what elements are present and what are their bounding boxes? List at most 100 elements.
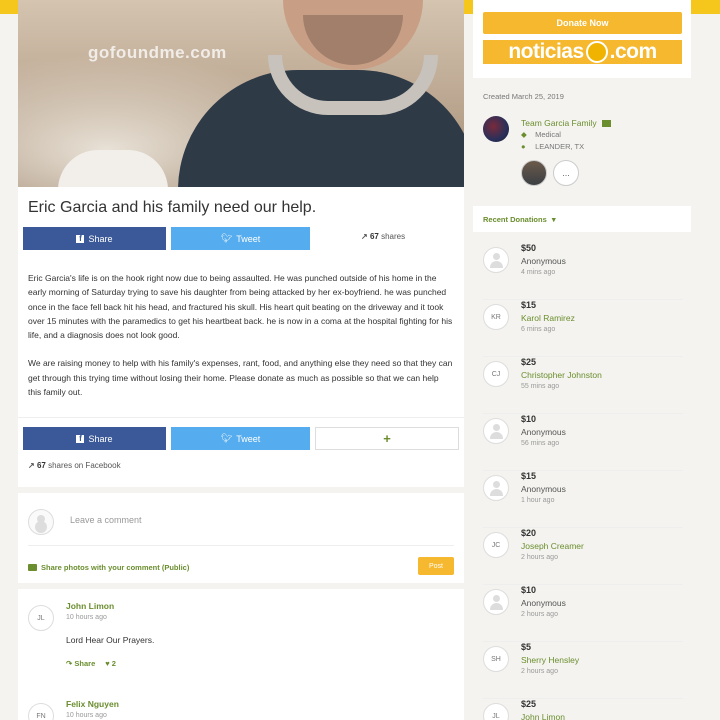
- twitter-tweet-button[interactable]: 🐦︎ Tweet: [171, 227, 310, 250]
- organizer-name[interactable]: Team Garcia Family: [521, 118, 611, 128]
- camera-icon: [28, 564, 37, 571]
- donation-time: 4 mins ago: [521, 269, 556, 276]
- sidebar: Donate Now noticias .com Created March 2…: [473, 0, 691, 720]
- trending-icon: ↗: [361, 232, 368, 241]
- created-date: Created March 25, 2019: [483, 92, 564, 101]
- mail-icon[interactable]: [601, 120, 611, 128]
- campaign-column: gofoundme.com Eric Garcia and his family…: [18, 0, 464, 720]
- person-icon: [484, 590, 508, 614]
- commenter-avatar: FN: [28, 703, 54, 720]
- recent-donations-label: Recent Donations: [483, 215, 547, 224]
- donor-name[interactable]: Joseph Creamer: [521, 541, 584, 551]
- donate-card: Donate Now noticias .com: [473, 0, 691, 78]
- share-count-label: shares: [381, 232, 406, 241]
- donor-name[interactable]: Karol Ramirez: [521, 313, 575, 323]
- donor-avatar: JL: [483, 703, 509, 720]
- donor-avatar-anonymous: [483, 247, 509, 273]
- beneficiary-avatar[interactable]: [521, 160, 547, 186]
- category-label: Medical: [535, 130, 561, 139]
- comment-like-count: 2: [111, 659, 116, 668]
- donor-avatar-anonymous: [483, 418, 509, 444]
- comments-list: JL John Limon 10 hours ago Lord Hear Our…: [18, 589, 464, 720]
- donor-name: Anonymous: [521, 256, 566, 266]
- facebook-share-button-bottom[interactable]: f Share: [23, 427, 166, 450]
- comment-time: 10 hours ago: [66, 712, 107, 719]
- share-row-top: f Share 🐦︎ Tweet ↗ 67 shares: [18, 227, 464, 267]
- donation-item: KR $15 Karol Ramirez 6 mins ago: [483, 300, 683, 357]
- person-icon: [484, 476, 508, 500]
- donor-avatar-anonymous: [483, 589, 509, 615]
- donation-amount: $25: [521, 699, 537, 709]
- noticias-banner-text: noticias: [508, 40, 584, 63]
- organizer-category: ◆ Medical: [521, 130, 561, 139]
- commenter-avatar: JL: [28, 605, 54, 631]
- donation-item: SH $5 Sherry Hensley 2 hours ago: [483, 642, 683, 699]
- comment-share-button[interactable]: ↷ Share: [66, 659, 95, 668]
- organizer: Team Garcia Family ◆ Medical ● LEANDER, …: [483, 116, 693, 196]
- share-count-number: 67: [369, 232, 379, 241]
- campaign-photo: gofoundme.com: [18, 0, 464, 187]
- donor-name[interactable]: Christopher Johnston: [521, 370, 602, 380]
- comment-like-button[interactable]: ♥ 2: [105, 659, 116, 668]
- facebook-icon: f: [76, 234, 85, 243]
- facebook-share-label: Share: [88, 233, 113, 244]
- donation-amount: $25: [521, 357, 537, 367]
- user-avatar-icon: [28, 509, 54, 535]
- location-label: LEANDER, TX: [535, 142, 585, 151]
- donation-amount: $15: [521, 300, 537, 310]
- donation-item: $15 Anonymous 1 hour ago: [483, 471, 683, 528]
- more-share-button[interactable]: +: [315, 427, 459, 450]
- share-arrow-icon: ↷: [66, 659, 73, 668]
- comment-time: 10 hours ago: [66, 614, 107, 621]
- donation-amount: $15: [521, 471, 537, 481]
- donation-amount: $5: [521, 642, 532, 652]
- story-paragraph: We are raising money to help with his fa…: [28, 358, 453, 398]
- organizer-avatar: [483, 116, 509, 142]
- donor-name: Anonymous: [521, 598, 566, 608]
- facebook-icon: f: [76, 434, 85, 443]
- donation-amount: $10: [521, 414, 537, 424]
- donation-time: 56 mins ago: [521, 440, 560, 447]
- twitter-tweet-label: Tweet: [236, 233, 261, 244]
- twitter-tweet-label: Tweet: [236, 433, 261, 444]
- commenter-name[interactable]: Felix Nguyen: [66, 699, 119, 709]
- donation-item: JC $20 Joseph Creamer 2 hours ago: [483, 528, 683, 585]
- comment-input[interactable]: Leave a comment: [70, 515, 142, 525]
- donor-avatar-anonymous: [483, 475, 509, 501]
- more-people-button[interactable]: ...: [553, 160, 579, 186]
- donation-item: $10 Anonymous 2 hours ago: [483, 585, 683, 642]
- donation-item: CJ $25 Christopher Johnston 55 mins ago: [483, 357, 683, 414]
- tag-icon: ◆: [521, 130, 527, 139]
- recent-donations-dropdown[interactable]: Recent Donations ▾: [473, 206, 691, 232]
- donation-time: 1 hour ago: [521, 497, 555, 504]
- post-comment-button[interactable]: Post: [418, 557, 454, 575]
- location-pin-icon: ●: [521, 142, 526, 151]
- commenter-name[interactable]: John Limon: [66, 601, 114, 611]
- facebook-share-button[interactable]: f Share: [23, 227, 166, 250]
- donor-name[interactable]: Sherry Hensley: [521, 655, 579, 665]
- share-photos-link[interactable]: Share photos with your comment (Public): [28, 563, 189, 572]
- facebook-share-count: ↗ 67 shares on Facebook: [28, 461, 121, 470]
- donor-name[interactable]: John Limon: [521, 712, 565, 720]
- donation-item: JL $25 John Limon: [483, 699, 683, 720]
- donation-time: 6 mins ago: [521, 326, 556, 333]
- donor-avatar: KR: [483, 304, 509, 330]
- twitter-tweet-button-bottom[interactable]: 🐦︎ Tweet: [171, 427, 310, 450]
- donation-amount: $10: [521, 585, 537, 595]
- donor-name: Anonymous: [521, 484, 566, 494]
- comment-share-label: Share: [74, 659, 96, 668]
- story-paragraph: Eric Garcia's life is on the hook right …: [28, 273, 453, 341]
- donation-item: $50 Anonymous 4 mins ago: [483, 243, 683, 300]
- trending-icon: ↗: [28, 461, 35, 470]
- donation-amount: $50: [521, 243, 537, 253]
- organizer-location: ● LEANDER, TX: [521, 142, 584, 151]
- facebook-share-number: 67: [36, 461, 46, 470]
- donate-now-button[interactable]: Donate Now: [483, 12, 682, 34]
- twitter-icon: 🐦︎: [220, 233, 233, 243]
- donor-avatar: JC: [483, 532, 509, 558]
- campaign-title: Eric Garcia and his family need our help…: [28, 199, 317, 216]
- noticias-banner-suffix: .com: [609, 40, 658, 63]
- facebook-share-label: Share: [88, 433, 113, 444]
- share-count: ↗ 67 shares: [361, 232, 405, 241]
- share-row-bottom: f Share 🐦︎ Tweet + ↗ 67 shares on Facebo…: [18, 417, 464, 487]
